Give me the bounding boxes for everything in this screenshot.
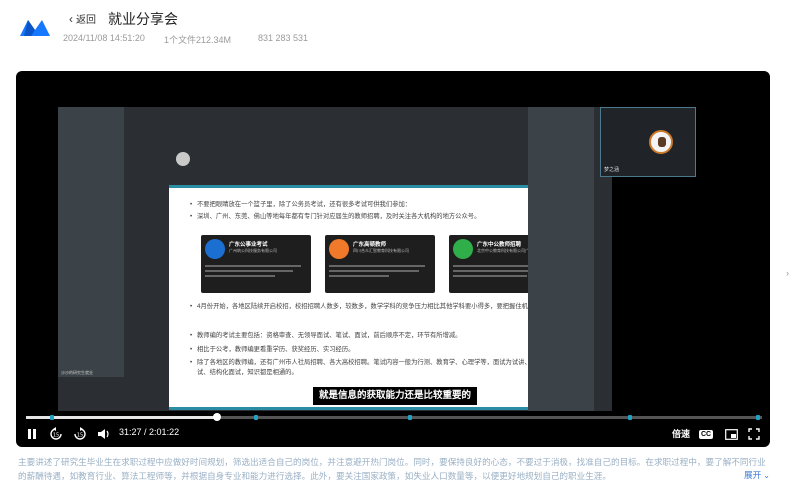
slide-bullet: 不要把眼睛放在一个篮子里，除了公务员考试，还有很多考试可供我们参加： — [190, 200, 557, 210]
chapter-marker[interactable] — [628, 415, 632, 420]
slide-bottom-bar — [169, 407, 571, 410]
card-text-line — [205, 270, 293, 272]
current-time: 31:27 — [119, 427, 142, 437]
account-card: 广东高顿教师 四川合众汇智教育科技有限公司 — [325, 235, 435, 293]
card-text-line — [453, 275, 527, 277]
chapter-marker[interactable] — [408, 415, 412, 420]
camera-name: 梦之涵 — [604, 167, 620, 173]
page-root: ‹ 返回 就业分享会 2024/11/08 14:51:20 1个文件212.3… — [0, 0, 799, 488]
chapter-marker[interactable] — [254, 415, 258, 420]
captions-button[interactable]: CC — [698, 426, 714, 442]
card-name: 广东公事业考试 — [229, 242, 268, 248]
right-video-strip — [528, 107, 594, 411]
card-name: 广东中公教师招聘 — [477, 242, 522, 248]
chevron-left-icon: ‹ — [69, 11, 73, 26]
forward-button[interactable]: 15 — [72, 426, 88, 442]
rewind-15-icon: 15 — [50, 427, 62, 440]
card-name: 广东高顿教师 — [353, 242, 387, 248]
svg-text:15: 15 — [53, 433, 59, 439]
back-label: 返回 — [76, 15, 96, 26]
rewind-button[interactable]: 15 — [48, 426, 64, 442]
slide-bullet: 教师编的考试主要包括：资格审查、无领导面试、笔试、面试，前后顺序不定，环节有所增… — [190, 331, 557, 341]
meeting-code: 831 283 531 — [258, 33, 309, 43]
card-text-line — [329, 265, 425, 267]
expand-button[interactable]: 展开 ⌄ — [744, 469, 770, 481]
progress-played — [26, 416, 217, 419]
account-cards: 广东公事业考试 广州筑公科技服务有限公司 广东高顿教师 四川合众汇智教育科技有限… — [201, 235, 561, 293]
chevron-down-icon: ⌄ — [763, 470, 770, 480]
page-title: 就业分享会 — [108, 11, 178, 27]
slide-bullet: 相比于公考，教师编更看重学历、获奖经历、实习经历。 — [190, 345, 557, 355]
back-button[interactable]: ‹ 返回 — [69, 11, 96, 27]
app-logo-icon — [20, 20, 50, 36]
svg-text:15: 15 — [77, 433, 83, 439]
card-sub: 广州筑公科技服务有限公司 — [229, 248, 277, 253]
fullscreen-button[interactable] — [746, 426, 762, 442]
fullscreen-icon — [748, 428, 760, 440]
chapter-marker[interactable] — [756, 415, 760, 420]
pip-button[interactable] — [723, 426, 739, 442]
volume-button[interactable] — [96, 426, 112, 442]
left-strip-label: 沙沙的研究生就业 — [61, 370, 93, 375]
cc-badge: CC — [698, 429, 714, 439]
camera-avatar — [649, 130, 673, 154]
summary-text: 主要讲述了研究生毕业生在求职过程中应做好时间规划，筛选出适合自己的岗位，并注意避… — [18, 457, 766, 481]
pointer-dot — [176, 152, 190, 166]
file-info: 1个文件212.34M — [164, 35, 232, 45]
forward-15-icon: 15 — [74, 427, 86, 440]
total-time: 2:01:22 — [149, 427, 180, 437]
card-text-line — [329, 270, 419, 272]
card-avatar — [205, 239, 225, 259]
slide-bullet: 除了各地区的教师编，还有广州市人社局招聘、各大高校招聘。笔试内容一般为行测、教育… — [190, 358, 557, 377]
account-card: 广东公事业考试 广州筑公科技服务有限公司 — [201, 235, 311, 293]
card-sub: 四川合众汇智教育科技有限公司 — [353, 248, 409, 253]
pause-icon — [28, 429, 36, 439]
side-panel-toggle[interactable]: › — [786, 268, 789, 278]
pause-button[interactable] — [24, 426, 40, 442]
card-text-line — [205, 275, 275, 277]
card-avatar — [453, 239, 473, 259]
card-text-line — [205, 265, 301, 267]
card-avatar — [329, 239, 349, 259]
card-text-line — [329, 275, 389, 277]
speed-button[interactable]: 倍速 — [672, 427, 690, 440]
picture-in-picture-icon — [724, 428, 738, 440]
expand-label: 展开 — [744, 470, 762, 480]
slide-bullet: 4月份开始，各地区陆续开启校招，校招招聘人数多，较数多，数学学科的竞争压力相比其… — [190, 302, 557, 312]
chapter-marker[interactable] — [50, 415, 54, 420]
slide-bullet: 深圳、广州、东莞、佛山等地每年都有专门针对应届生的教师招聘，及时关注各大机构的地… — [190, 212, 557, 222]
progress-knob[interactable] — [212, 413, 221, 421]
shared-slide: 不要把眼睛放在一个篮子里，除了公务员考试，还有很多考试可供我们参加： 深圳、广州… — [169, 185, 571, 410]
camera-thumbnail[interactable]: 梦之涵 — [600, 107, 696, 177]
time-display: 31:27 / 2:01:22 — [119, 427, 180, 437]
left-video-strip: 沙沙的研究生就业 — [58, 107, 124, 377]
recording-datetime: 2024/11/08 14:51:20 — [63, 33, 145, 43]
video-player[interactable]: 沙沙的研究生就业 不要把眼睛放在一个篮子里，除了公务员考试，还有很多考试可供我们… — [16, 71, 770, 447]
progress-bar[interactable] — [26, 413, 762, 421]
subtitle-caption: 就是信息的获取能力还是比较重要的 — [313, 387, 478, 405]
chevron-right-icon: › — [786, 268, 789, 278]
volume-icon — [98, 429, 109, 439]
